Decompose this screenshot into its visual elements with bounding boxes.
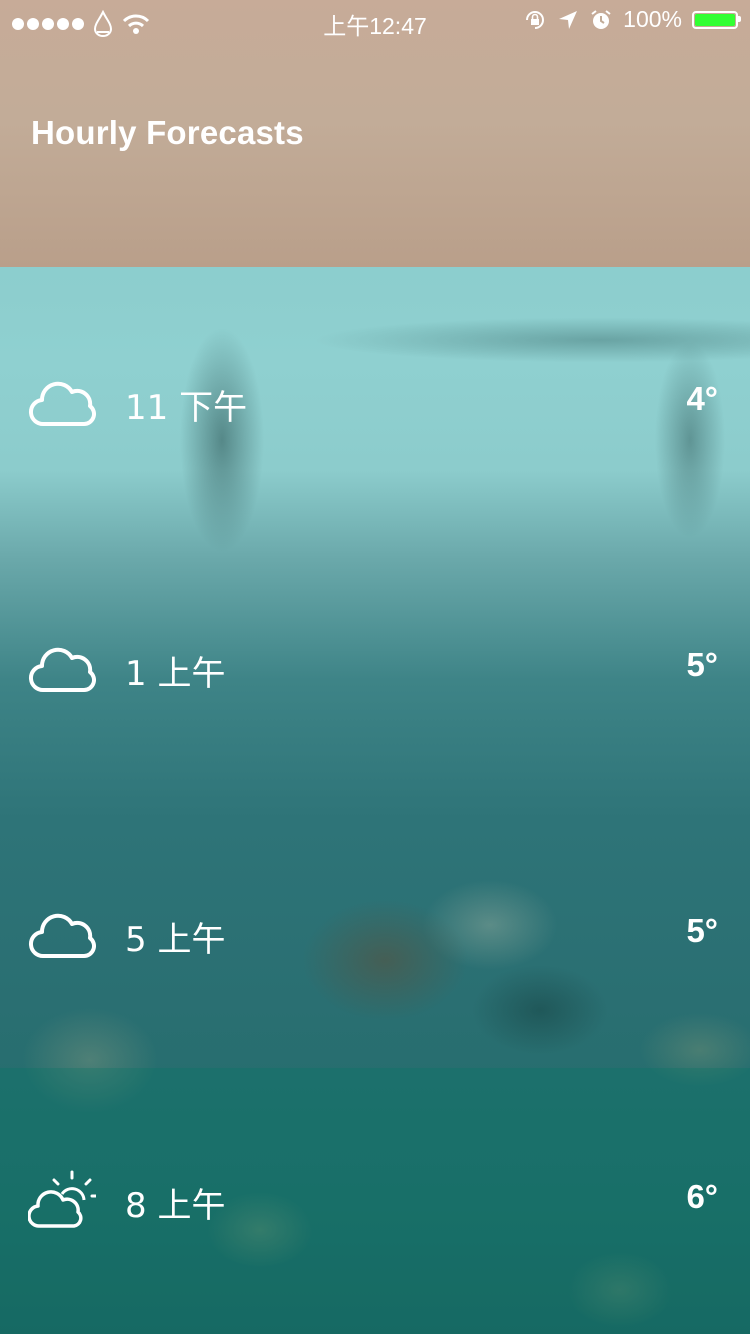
- cloud-icon: [29, 913, 96, 959]
- forecast-time: 5 上午: [125, 920, 226, 960]
- cloud-icon: [29, 381, 96, 427]
- forecast-row[interactable]: 1 上午 5°: [0, 628, 750, 708]
- forecast-temp: 5°: [686, 646, 718, 683]
- status-right: 100%: [523, 6, 741, 33]
- orientation-lock-icon: [526, 10, 545, 29]
- forecast-row[interactable]: 11 下午 4°: [0, 362, 750, 442]
- weather-screen: 上午12:47 100% Hourly Forecasts 11 下午 4° 1…: [0, 0, 750, 1334]
- partly-sunny-icon: [28, 1170, 96, 1228]
- forecast-time: 11 下午: [125, 388, 248, 428]
- forecast-row[interactable]: 8 上午 6°: [0, 1160, 750, 1240]
- forecast-row[interactable]: 5 上午 5°: [0, 894, 750, 974]
- forecast-temp: 4°: [686, 380, 718, 417]
- location-arrow-icon: [559, 10, 578, 29]
- forecast-temp: 6°: [686, 1178, 718, 1215]
- battery-icon: [692, 10, 741, 29]
- alarm-icon: [591, 9, 611, 29]
- page-title: Hourly Forecasts: [31, 114, 304, 151]
- forecast-temp: 5°: [686, 912, 718, 949]
- forecast-time: 8 上午: [125, 1186, 226, 1226]
- status-bar: 上午12:47 100%: [0, 0, 750, 40]
- battery-fill: [695, 13, 735, 26]
- forecast-time: 1 上午: [125, 654, 226, 694]
- cloud-icon: [29, 647, 96, 693]
- header: 上午12:47 100% Hourly Forecasts: [0, 0, 750, 267]
- battery-percent: 100%: [623, 6, 682, 32]
